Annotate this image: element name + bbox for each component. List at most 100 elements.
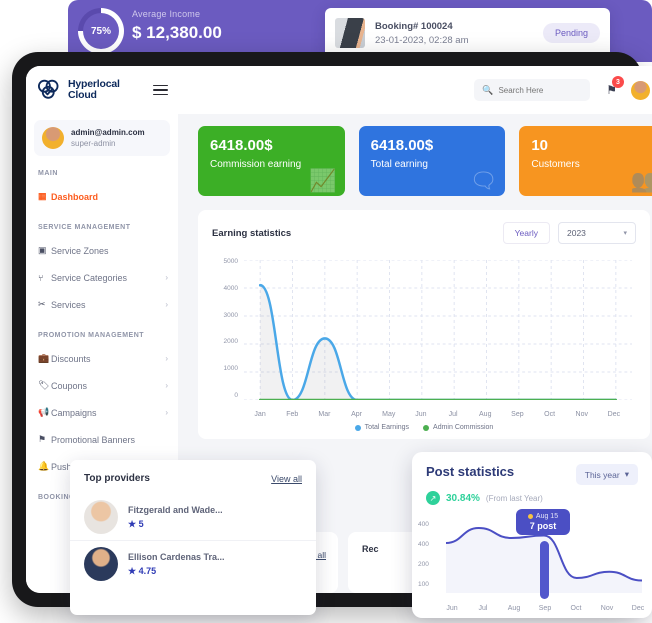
legend-item[interactable]: Total Earnings xyxy=(354,424,410,431)
brand-header[interactable]: Hyperlocal Cloud xyxy=(26,66,178,114)
x-axis-tick: Dec xyxy=(607,411,621,418)
top-providers-header: Top providers View all xyxy=(70,460,316,494)
promo-text-group: Average Income $ 12,380.00 xyxy=(132,9,222,43)
status-badge: Pending xyxy=(542,23,600,43)
tooltip-dot-icon xyxy=(527,514,533,519)
page-title: Earning statistics xyxy=(212,227,292,239)
post-x-axis-tick: Dec xyxy=(631,605,645,612)
sidebar-item-discounts[interactable]: 💼 Discounts › xyxy=(26,345,178,372)
panel-controls: Yearly 2023 ▾ xyxy=(502,222,636,244)
promo-value: $ 12,380.00 xyxy=(132,23,222,42)
list-item[interactable]: Fitzgerald and Wade... ★ 5 xyxy=(70,494,316,540)
x-axis-tick: May xyxy=(382,411,396,418)
chevron-right-icon: › xyxy=(165,381,168,390)
topbar-avatar[interactable] xyxy=(631,80,650,100)
provider-rating: ★ 4.75 xyxy=(128,566,225,577)
sidebar-item-dashboard[interactable]: ▦ Dashboard xyxy=(26,183,178,210)
post-statistics-period-value: This year xyxy=(584,469,620,480)
search-input[interactable] xyxy=(498,85,587,95)
sidebar-item-campaigns[interactable]: 📢 Campaigns › xyxy=(26,399,178,426)
top-providers-list: Fitzgerald and Wade... ★ 5 Ellison Cardena… xyxy=(70,494,316,587)
list-item[interactable]: Ellison Cardenas Tra... ★ 4.75 xyxy=(70,540,316,587)
hamburger-icon[interactable] xyxy=(153,82,168,99)
stat-value: 6418.00$ xyxy=(210,137,273,154)
stat-value: 6418.00$ xyxy=(370,137,434,154)
top-providers-view-all[interactable]: View all xyxy=(271,474,302,484)
provider-avatar xyxy=(84,547,118,581)
sidebar-item-label: Services xyxy=(51,299,86,310)
notification-button[interactable]: ⚑ 3 xyxy=(606,76,624,99)
chevron-right-icon: › xyxy=(165,408,168,417)
stat-card-commission-earning[interactable]: 6418.00$ Commission earning 📈 xyxy=(198,126,345,196)
x-axis-tick: Jan xyxy=(254,411,266,418)
stat-cards-row: 6418.00$ Commission earning 📈 6418.00$ Total… xyxy=(198,126,652,196)
sidebar-nav: MAIN ▦ Dashboard SERVICE MANAGEMENT ▣ Service… xyxy=(26,156,178,507)
stat-card-customers[interactable]: 10 Customers 👥 xyxy=(519,126,652,196)
booking-notification-card[interactable]: Booking# 100024 23-01-2023, 02:28 am Pen… xyxy=(325,8,610,58)
topbar: 🔍 ⚑ 3 xyxy=(178,66,652,114)
post-y-axis-tick: 400 xyxy=(418,521,429,528)
post-statistics-chart: 400 400 200 100 Aug 15 7 post Jun Jul Aug Sep O… xyxy=(412,507,652,615)
post-y-axis-tick: 100 xyxy=(418,581,429,588)
post-x-axis-tick: Jul xyxy=(478,605,488,612)
x-axis-tick: Jul xyxy=(448,411,458,418)
y-axis-tick: 3000 xyxy=(223,311,238,319)
post-chart-marker-stem xyxy=(540,541,549,599)
provider-rating-value: 4.75 xyxy=(138,565,157,576)
x-axis-tick: Mar xyxy=(318,411,331,418)
x-axis-tick: Oct xyxy=(544,411,556,418)
sidebar-item-services[interactable]: ✂ Services › xyxy=(26,291,178,318)
legend-label: Total Earnings xyxy=(364,424,410,431)
post-x-axis-tick: Jun xyxy=(446,605,458,612)
x-axis-tick: Apr xyxy=(351,411,363,418)
panel-header: Earning statistics Yearly 2023 ▾ xyxy=(212,222,636,244)
star-icon: ★ xyxy=(128,518,137,529)
post-x-axis-tick: Nov xyxy=(600,605,614,612)
year-select[interactable]: 2023 ▾ xyxy=(558,222,636,244)
grid-icon: ▦ xyxy=(38,191,47,201)
brand-name-line2: Cloud xyxy=(68,89,97,101)
sidebar-item-service-zones[interactable]: ▣ Service Zones xyxy=(26,237,178,264)
post-y-axis-tick: 200 xyxy=(418,561,429,568)
sidebar-item-label: Coupons xyxy=(51,380,88,391)
sidebar-item-service-categories[interactable]: ⑂ Service Categories › xyxy=(26,264,178,291)
cloud-logo-icon xyxy=(37,79,59,99)
sidebar-item-coupons[interactable]: 🏷 Coupons › xyxy=(26,372,178,399)
provider-rating-value: 5 xyxy=(138,518,144,529)
brand-name: Hyperlocal Cloud xyxy=(68,79,120,101)
customers-icon: 👥 xyxy=(630,168,652,193)
y-axis-tick: 1000 xyxy=(223,365,238,373)
post-statistics-title: Post statistics xyxy=(426,464,515,479)
legend-item[interactable]: Admin Commission xyxy=(423,424,493,431)
tools-icon: ✂ xyxy=(38,299,46,309)
post-statistics-from-text: (From last Year) xyxy=(485,493,543,503)
post-x-axis-tick: Oct xyxy=(570,605,582,612)
star-icon: ★ xyxy=(128,565,137,576)
provider-rating: ★ 5 xyxy=(128,519,223,530)
earning-chart-legend: Total Earnings Admin Commission xyxy=(212,424,636,431)
x-axis-tick: Jun xyxy=(415,411,427,418)
sidebar-item-promotional-banners[interactable]: ⚑ Promotional Banners xyxy=(26,426,178,453)
sidebar-item-label: Service Categories xyxy=(51,272,128,283)
tag-icon: 🏷 xyxy=(38,380,50,390)
search-box[interactable]: 🔍 xyxy=(474,79,591,101)
megaphone-icon: 📢 xyxy=(38,407,50,417)
post-statistics-percent: 30.84% xyxy=(446,492,480,504)
provider-info: Ellison Cardenas Tra... ★ 4.75 xyxy=(128,552,225,577)
x-axis-tick: Aug xyxy=(479,411,492,418)
sidebar-user-card[interactable]: admin@admin.com super-admin xyxy=(34,120,170,156)
user-role: super-admin xyxy=(71,139,116,148)
income-progress-value: 75% xyxy=(83,13,119,49)
income-progress-donut: 75% xyxy=(78,8,124,54)
legend-dot-icon xyxy=(354,424,361,431)
user-meta: admin@admin.com super-admin xyxy=(71,128,145,148)
chevron-down-icon: ▾ xyxy=(623,230,627,237)
post-statistics-period-select[interactable]: This year ▾ xyxy=(575,464,638,485)
yearly-button[interactable]: Yearly xyxy=(502,222,550,244)
y-axis-tick: 5000 xyxy=(223,258,238,265)
x-axis-tick: Feb xyxy=(286,411,299,418)
sidebar-section-title: SERVICE MANAGEMENT xyxy=(38,224,131,231)
earning-statistics-panel: Earning statistics Yearly 2023 ▾ 5000 400… xyxy=(198,210,650,439)
booking-id: Booking# 100024 xyxy=(375,20,453,32)
stat-card-total-earning[interactable]: 6418.00$ Total earning 🗨 xyxy=(358,126,506,196)
